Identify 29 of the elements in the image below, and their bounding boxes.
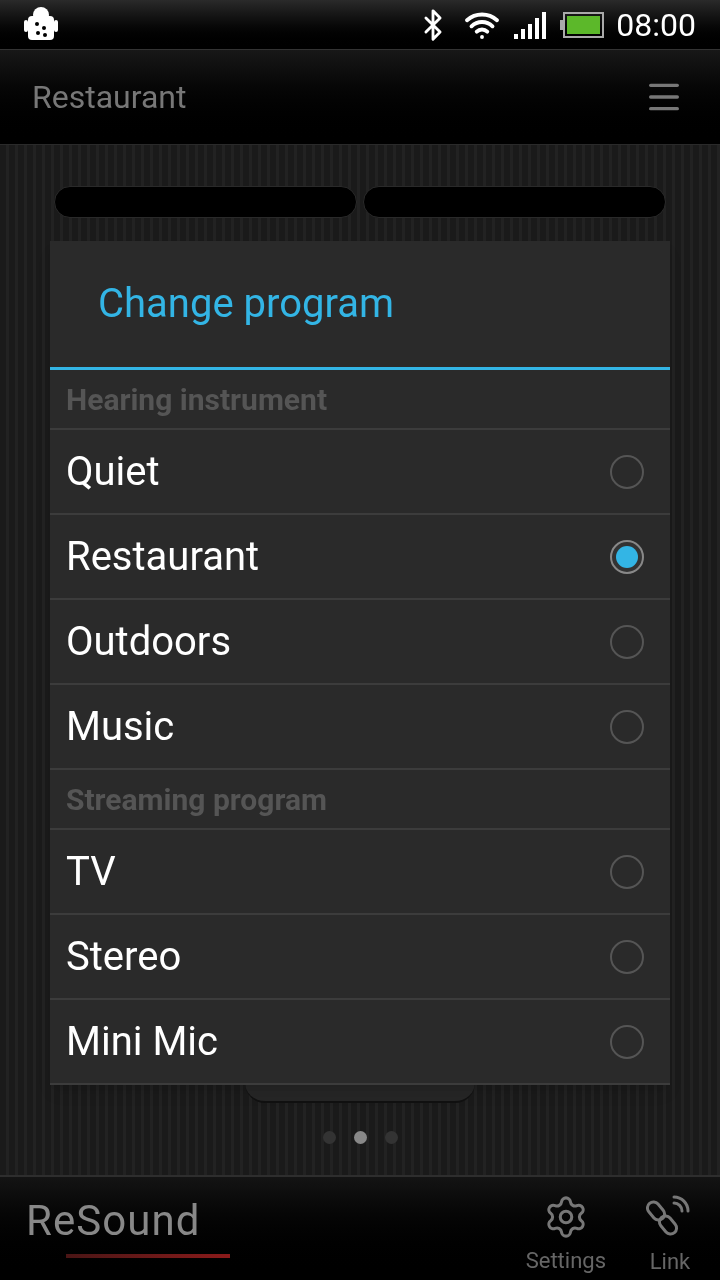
option-label: Mini Mic <box>66 1016 218 1067</box>
resound-logo: ReSound <box>26 1199 202 1242</box>
nav-button[interactable]: Settings <box>525 1194 606 1277</box>
program-option[interactable]: Outdoors <box>50 600 670 685</box>
option-label: Quiet <box>66 446 160 497</box>
program-option[interactable]: Stereo <box>50 915 670 1000</box>
program-option[interactable]: Quiet <box>50 430 670 515</box>
program-option[interactable]: TV <box>50 830 670 915</box>
radio-button[interactable] <box>610 939 644 974</box>
radio-button[interactable] <box>610 854 644 889</box>
program-option[interactable]: Music <box>50 685 670 770</box>
dialog-title: Change program <box>98 279 394 329</box>
clock-text: 08:00 <box>616 4 696 46</box>
option-label: TV <box>66 846 116 897</box>
option-label: Outdoors <box>66 616 232 667</box>
option-label: Restaurant <box>66 531 260 582</box>
program-option[interactable]: Restaurant <box>50 515 670 600</box>
radio-button[interactable] <box>610 1024 644 1059</box>
radio-button[interactable] <box>610 709 644 744</box>
nav-button[interactable]: Link <box>646 1193 694 1278</box>
signal-icon <box>514 9 549 40</box>
radio-button[interactable] <box>610 539 644 574</box>
program-option[interactable]: Mini Mic <box>50 1000 670 1085</box>
option-label: Stereo <box>66 931 182 982</box>
option-label: Music <box>66 701 175 752</box>
radio-button[interactable] <box>610 454 644 489</box>
radio-button[interactable] <box>610 624 644 659</box>
battery-icon <box>560 11 605 38</box>
screen-title: Restaurant <box>32 77 187 118</box>
